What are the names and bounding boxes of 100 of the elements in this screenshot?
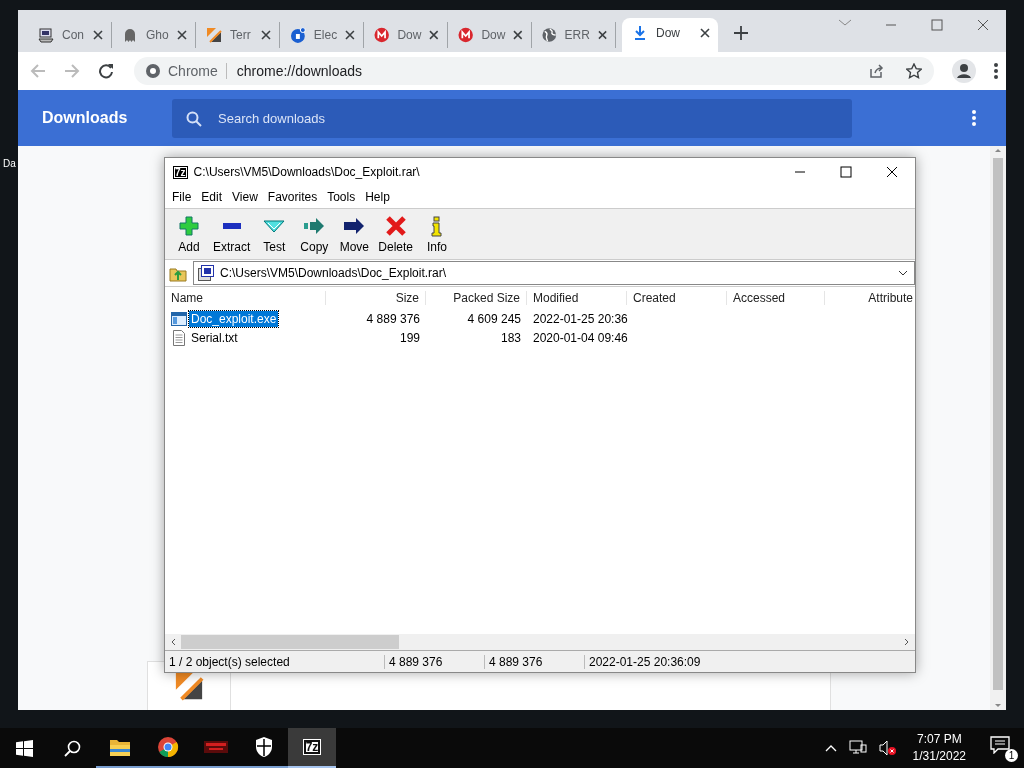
table-cell-text: 4 609 245 xyxy=(466,311,522,326)
document-icon xyxy=(171,329,187,346)
menu-item[interactable]: File xyxy=(167,190,197,204)
speaker-muted-icon[interactable] xyxy=(878,740,897,756)
close-icon[interactable] xyxy=(429,30,439,40)
desktop-icon-label[interactable]: Da xyxy=(3,158,16,169)
table-cell-text: 2022-01-25 20:36 xyxy=(532,311,627,326)
globe-icon xyxy=(542,27,557,43)
search-icon xyxy=(186,110,202,127)
dropdown-icon[interactable] xyxy=(898,270,908,276)
browser-tab[interactable]: Dow xyxy=(622,18,718,52)
table-cell-text: 199 xyxy=(398,330,421,345)
address-bar[interactable]: Chrome chrome://downloads xyxy=(134,57,934,85)
computer-icon xyxy=(38,27,54,43)
column-header[interactable]: Accessed xyxy=(727,291,825,305)
browser-tab[interactable]: Dow xyxy=(448,22,532,48)
search-icon[interactable] xyxy=(63,739,81,757)
file-name[interactable]: Serial.txt xyxy=(189,329,240,346)
clock-date[interactable]: 1/31/2022 xyxy=(912,748,966,765)
menu-item[interactable]: View xyxy=(227,190,263,204)
status-text: 2022-01-25 20:36:09 xyxy=(588,654,702,669)
mega-icon xyxy=(374,27,390,43)
scrollbar[interactable] xyxy=(165,634,915,650)
browser-tab[interactable]: ERR xyxy=(532,22,616,48)
window-title: C:\Users\VM5\Downloads\Doc_Exploit.rar\ xyxy=(193,165,421,179)
scroll-up-icon[interactable] xyxy=(994,146,1002,154)
windows-logo-icon[interactable] xyxy=(15,739,33,757)
browser-tab[interactable]: Con xyxy=(28,22,112,48)
column-header[interactable]: Packed Size xyxy=(426,291,527,305)
notification-button[interactable]: 1 xyxy=(990,736,1016,760)
app-logo: 7z xyxy=(173,165,188,179)
profile-icon[interactable] xyxy=(952,59,976,83)
chrome-icon xyxy=(146,64,160,78)
status-text: 4 889 376 xyxy=(385,654,485,669)
taskbar-app[interactable]: 7z xyxy=(288,728,336,768)
browser-tab[interactable]: Dow xyxy=(364,22,448,48)
menu-item[interactable]: Help xyxy=(360,190,395,204)
close-icon[interactable] xyxy=(700,28,710,38)
table-cell-text: 183 xyxy=(499,330,522,345)
scroll-left-icon[interactable] xyxy=(169,638,177,646)
toolbar-button[interactable]: Add xyxy=(169,214,209,254)
browser-tab[interactable]: Gho xyxy=(112,22,196,48)
scroll-down-icon[interactable] xyxy=(994,702,1002,710)
close-icon[interactable] xyxy=(177,30,187,40)
column-header[interactable]: Size xyxy=(326,291,426,305)
browser-tab[interactable]: Terr xyxy=(196,22,280,48)
shield-icon[interactable] xyxy=(254,736,274,758)
toolbar-button[interactable]: Extract xyxy=(209,214,255,254)
file-icon xyxy=(174,671,204,701)
menu-item[interactable]: Favorites xyxy=(262,190,323,204)
circle-icon xyxy=(290,27,306,43)
column-header[interactable]: Created xyxy=(627,291,727,305)
folder-icon[interactable] xyxy=(109,737,131,757)
new-tab-icon[interactable] xyxy=(734,26,748,40)
close-icon[interactable] xyxy=(513,30,523,40)
ghost-icon xyxy=(122,27,138,43)
reload-icon[interactable] xyxy=(98,63,114,79)
page-title: Downloads xyxy=(41,109,129,127)
chrome-icon[interactable] xyxy=(157,736,179,758)
menu-icon[interactable] xyxy=(972,110,976,126)
status-text: 1 / 2 object(s) selected xyxy=(165,654,385,669)
download-icon xyxy=(632,25,648,41)
close-icon[interactable] xyxy=(345,30,355,40)
x-icon xyxy=(384,214,407,237)
notification-icon xyxy=(990,736,1010,754)
app-icon[interactable] xyxy=(204,739,228,755)
browser-tab[interactable]: Elec xyxy=(280,22,364,48)
network-icon[interactable] xyxy=(848,740,867,756)
close-icon[interactable] xyxy=(261,30,271,40)
star-icon[interactable] xyxy=(906,63,922,79)
notification-count: 1 xyxy=(1005,749,1018,762)
app-logo[interactable]: 7z xyxy=(302,739,322,755)
toolbar-button[interactable]: Copy xyxy=(294,214,335,254)
column-header[interactable]: Attribute xyxy=(825,291,915,305)
mega-icon xyxy=(458,27,474,43)
toolbar-button[interactable]: Info xyxy=(417,214,458,254)
column-header[interactable]: Name xyxy=(165,291,326,305)
share-icon[interactable] xyxy=(868,63,884,79)
table-cell-text: 2020-01-04 09:46 xyxy=(532,330,627,345)
table-cell-text: 4 889 376 xyxy=(365,311,421,326)
toolbar-button[interactable]: Move xyxy=(334,214,375,254)
menu-icon[interactable] xyxy=(994,63,998,79)
slashes-icon xyxy=(206,27,222,43)
toolbar-button[interactable]: Test xyxy=(254,214,295,254)
close-icon[interactable] xyxy=(93,30,103,40)
path-field[interactable]: C:\Users\VM5\Downloads\Doc_Exploit.rar\ xyxy=(193,261,915,285)
scroll-right-icon[interactable] xyxy=(903,638,911,646)
toolbar-button[interactable]: Delete xyxy=(374,214,418,254)
window-icon xyxy=(171,311,187,326)
chevron-up-icon[interactable] xyxy=(824,744,837,752)
file-name[interactable]: Doc_exploit.exe xyxy=(189,310,279,327)
close-icon[interactable] xyxy=(597,30,607,40)
menu-item[interactable]: Edit xyxy=(196,190,228,204)
clock-time[interactable]: 7:07 PM xyxy=(916,731,962,748)
menu-item[interactable]: Tools xyxy=(322,190,361,204)
scrollbar[interactable] xyxy=(990,146,1006,710)
status-text: 4 889 376 xyxy=(485,654,585,669)
column-header[interactable]: Modified xyxy=(527,291,627,305)
plus-icon xyxy=(178,214,200,237)
search-field[interactable]: Search downloads xyxy=(172,98,852,138)
